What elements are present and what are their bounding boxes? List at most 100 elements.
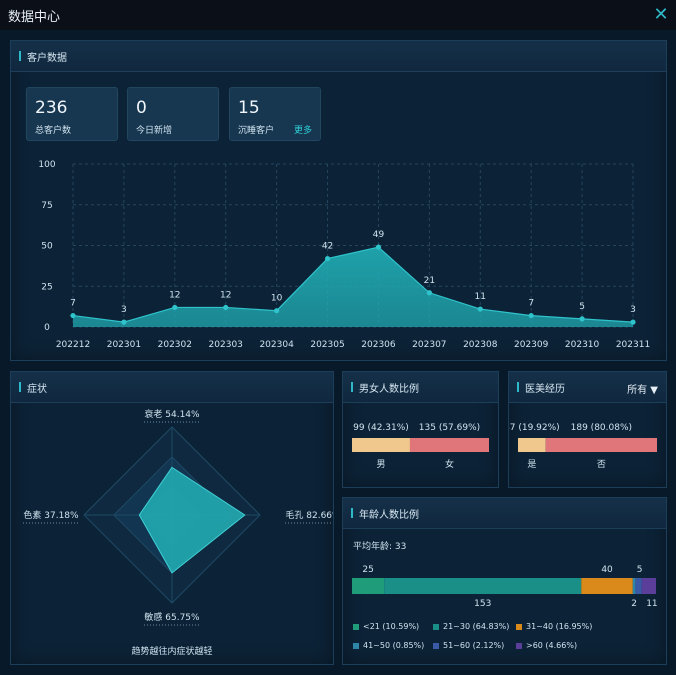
legend-label: 31~40 (16.95%)	[526, 622, 593, 631]
legend-swatch	[516, 642, 522, 649]
radar-caption: 趋势越往内症状越轻	[131, 645, 212, 657]
header-accent	[19, 382, 21, 392]
window-title: 数据中心	[8, 9, 61, 25]
filter-dropdown[interactable]: 所有 ▼	[627, 381, 658, 396]
x-tick-label: 202302	[158, 340, 192, 350]
age-panel: 年龄人数比例 平均年龄: 33 25 153 40 2 5 11 <21 (10.59%)…	[342, 497, 667, 665]
stat-value: 15	[238, 98, 260, 118]
segment-name-label: 男	[376, 459, 385, 470]
segment-name-label: 是	[527, 459, 536, 470]
panel-header: 男女人数比例	[343, 372, 498, 403]
age-segment	[632, 578, 636, 594]
legend-swatch	[433, 642, 439, 649]
data-label: 21	[424, 276, 435, 286]
data-point	[172, 304, 178, 311]
data-label: 12	[220, 290, 231, 300]
radar-axis-label: 敏感 65.75%	[144, 611, 200, 623]
segment-value-label: 135 (57.69%)	[419, 423, 480, 433]
cosmetic-ratio-bar: 47 (19.92%) 189 (80.08%) 是 否	[509, 423, 657, 470]
legend-swatch	[433, 623, 439, 630]
age-count-label: 40	[601, 565, 613, 575]
stat-label: 今日新增	[136, 126, 173, 136]
x-tick-label: 202305	[310, 340, 344, 350]
data-label: 11	[475, 292, 486, 302]
data-label: 7	[528, 299, 534, 309]
stat-new-today: 0 今日新增	[127, 87, 219, 141]
data-label: 10	[271, 294, 283, 304]
ratio-segment	[545, 438, 657, 452]
stat-total-customers: 236 总客户数	[26, 87, 118, 141]
panel-header: 医美经历 所有 ▼	[509, 372, 666, 403]
customer-area-chart: 0255075100202212 202301 202302 202303 202304…	[38, 160, 650, 350]
data-label: 12	[169, 290, 180, 300]
data-label: 3	[630, 305, 636, 315]
stat-label: 总客户数	[35, 126, 72, 136]
panel-header: 症状	[11, 372, 333, 403]
data-point	[528, 312, 534, 319]
panel-title: 年龄人数比例	[359, 509, 419, 521]
radar-axis-label: 毛孔 82.66%	[285, 509, 333, 521]
ratio-segment	[518, 438, 546, 452]
ratio-segment	[409, 438, 489, 452]
x-tick-label: 202304	[259, 340, 294, 350]
gender-panel: 男女人数比例 99 (42.31%) 135 (57.69%) 男 女	[342, 371, 499, 488]
more-link[interactable]: 更多	[294, 123, 312, 136]
legend-label: <21 (10.59%)	[363, 622, 420, 631]
close-icon[interactable]: ✕	[652, 6, 670, 24]
stat-dormant-customers: 15 沉睡客户 更多	[229, 87, 321, 141]
segment-name-label: 女	[445, 458, 454, 470]
panel-header: 年龄人数比例	[343, 498, 666, 529]
data-label: 3	[121, 305, 127, 315]
age-count-label: 153	[474, 599, 491, 609]
segment-value-label: 99 (42.31%)	[353, 423, 409, 433]
legend-swatch	[353, 623, 359, 630]
legend-swatch	[516, 623, 522, 630]
legend-item: 41~50 (0.85%)	[353, 641, 424, 650]
customer-data-panel: 客户数据 236 总客户数 0 今日新增 15 沉睡客户 更多 0 25 50 75 1…	[10, 40, 667, 361]
y-tick-label: 25	[41, 282, 52, 292]
panel-header: 客户数据	[11, 41, 666, 72]
legend-label: 41~50 (0.85%)	[363, 641, 425, 650]
data-point	[630, 319, 636, 325]
header-accent	[351, 382, 353, 392]
legend-item: 21~30 (64.83%)	[433, 622, 509, 631]
segment-value-label: 189 (80.08%)	[571, 423, 632, 433]
panel-title: 症状	[27, 383, 47, 395]
data-point	[324, 255, 331, 262]
gender-ratio-bar: 99 (42.31%) 135 (57.69%) 男 女	[352, 423, 489, 470]
data-label: 5	[579, 302, 585, 312]
legend-item: 51~60 (2.12%)	[433, 641, 504, 650]
x-tick-label: 202309	[514, 340, 549, 350]
legend-item: >60 (4.66%)	[516, 641, 577, 650]
age-stacked-bar: 25153402511	[352, 565, 658, 609]
data-point	[375, 244, 382, 250]
header-accent	[19, 51, 21, 61]
symptoms-panel: 症状 衰老 54.14% 毛孔 82.66% 敏感 65.75% 色素 37.18% 趋…	[10, 371, 334, 665]
header-accent	[351, 508, 353, 518]
data-label: 7	[70, 299, 76, 309]
radar-axis-label: 色素 37.18%	[23, 509, 79, 521]
x-tick-label: 202307	[412, 340, 446, 350]
age-segment	[581, 578, 633, 594]
segment-value-label: 47 (19.92%)	[509, 423, 560, 433]
x-tick-label: 202303	[209, 340, 243, 350]
average-age: 平均年龄: 33	[353, 542, 407, 552]
panel-title: 客户数据	[27, 52, 67, 64]
x-tick-label: 202308	[463, 340, 498, 350]
data-point	[121, 319, 127, 325]
header-accent	[517, 382, 519, 392]
area-fill	[73, 247, 633, 327]
y-tick-label: 100	[38, 160, 55, 170]
age-count-label: 5	[637, 565, 643, 575]
data-point	[477, 306, 483, 312]
data-center-window: 数据中心 ✕ 客户数据 236 总客户数 0 今日新增 15 沉睡客户 更多 0…	[0, 0, 676, 675]
legend-label: 51~60 (2.12%)	[443, 641, 505, 650]
age-count-label: 2	[631, 599, 637, 609]
age-segment	[352, 578, 385, 594]
cosmetic-history-panel: 医美经历 所有 ▼ 47 (19.92%) 189 (80.08%) 是 否	[508, 371, 667, 488]
stat-value: 0	[136, 98, 147, 118]
legend-item: 31~40 (16.95%)	[516, 622, 592, 631]
x-tick-label: 202310	[565, 340, 600, 350]
data-label: 49	[373, 230, 385, 240]
legend-swatch	[353, 642, 359, 649]
